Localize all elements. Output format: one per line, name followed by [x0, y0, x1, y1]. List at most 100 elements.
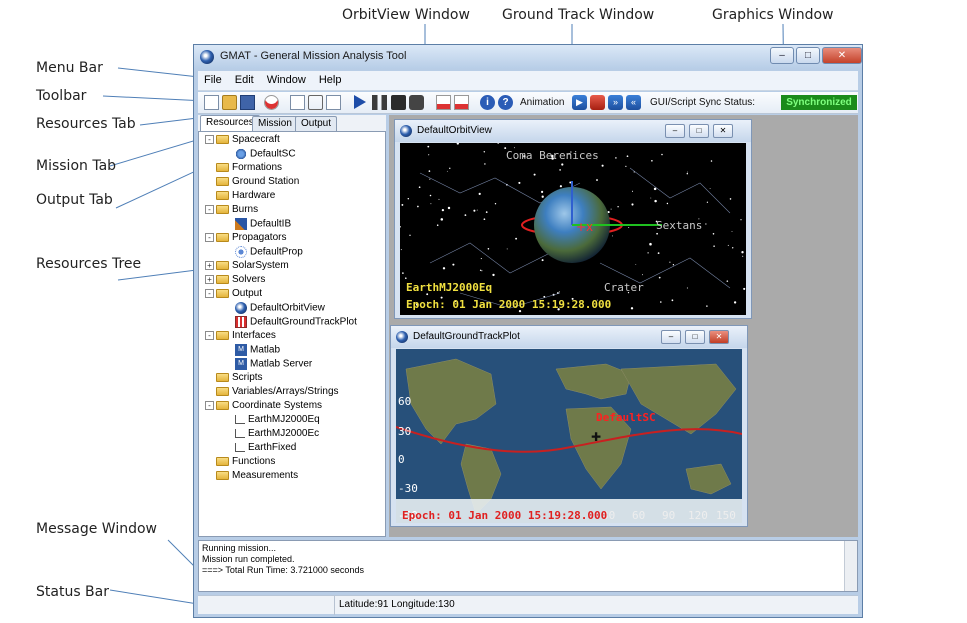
screenshot-icon[interactable]: [409, 95, 424, 110]
star: [630, 307, 634, 310]
tree-item[interactable]: - Interfaces: [205, 330, 276, 344]
menu-edit[interactable]: Edit: [229, 71, 261, 86]
close-button[interactable]: ✕: [822, 47, 862, 64]
tree-item[interactable]: DefaultIB: [235, 218, 291, 232]
tree-item[interactable]: DefaultProp: [235, 246, 303, 260]
groundtrack-title-bar[interactable]: DefaultGroundTrackPlot – □ ✕: [391, 326, 747, 348]
orbitview-title-bar[interactable]: DefaultOrbitView – □ ✕: [395, 120, 751, 142]
tree-item[interactable]: DefaultOrbitView: [235, 302, 325, 316]
folder-icon: [216, 373, 229, 382]
tree-item[interactable]: - Coordinate Systems: [205, 400, 322, 414]
orbitview-close-button[interactable]: ✕: [713, 124, 733, 138]
title-bar[interactable]: GMAT - General Mission Analysis Tool – □…: [194, 45, 862, 69]
cut-icon[interactable]: [308, 95, 323, 110]
star: [671, 299, 674, 302]
tree-item[interactable]: EarthMJ2000Ec: [235, 428, 319, 442]
info-icon[interactable]: i: [480, 95, 495, 110]
expand-toggle-icon[interactable]: -: [205, 331, 214, 340]
tree-item[interactable]: Functions: [205, 456, 275, 470]
tree-item[interactable]: DefaultSC: [235, 148, 296, 162]
pause-icon[interactable]: [372, 95, 387, 110]
tree-item[interactable]: DefaultGroundTrackPlot: [235, 316, 357, 330]
minimize-button[interactable]: –: [770, 47, 794, 64]
tree-item[interactable]: - Burns: [205, 204, 258, 218]
menu-file[interactable]: File: [198, 71, 229, 86]
tree-item[interactable]: Hardware: [205, 190, 275, 204]
paste-icon[interactable]: [326, 95, 341, 110]
message-scrollbar[interactable]: [844, 541, 857, 591]
tree-item[interactable]: - Propagators: [205, 232, 286, 246]
constellation-label-coma: Coma Berenices: [506, 149, 599, 162]
message-window[interactable]: Running mission... Mission run completed…: [198, 540, 858, 592]
callout-graphics-window: Graphics Window: [712, 7, 834, 23]
star: [743, 287, 746, 290]
groundtrack-canvas[interactable]: ✚ DefaultSC 60 30 0 -30 -60 30 60 90 120…: [396, 349, 742, 523]
tab-resources[interactable]: Resources: [200, 115, 260, 132]
matlab-icon: M: [235, 344, 247, 356]
tree-item[interactable]: Formations: [205, 162, 282, 176]
tree-item-label: Hardware: [232, 190, 276, 201]
menu-window[interactable]: Window: [261, 71, 313, 86]
orbitview-minimize-button[interactable]: –: [665, 124, 685, 138]
orbitview-canvas[interactable]: +x Coma Berenices Sextans Crater EarthMJ…: [400, 143, 746, 315]
tree-item[interactable]: M Matlab: [235, 344, 280, 358]
expand-toggle-icon[interactable]: +: [205, 275, 214, 284]
mission-icon[interactable]: [264, 95, 279, 110]
animation-stop-icon[interactable]: [590, 95, 605, 110]
groundtrack-title: DefaultGroundTrackPlot: [413, 331, 520, 342]
tree-item-label: Spacecraft: [232, 134, 280, 145]
world-map: ✚: [396, 349, 742, 523]
star: [533, 173, 536, 176]
tree-item[interactable]: EarthFixed: [235, 442, 296, 456]
tree-item-label: DefaultOrbitView: [250, 302, 325, 314]
expand-toggle-icon[interactable]: -: [205, 205, 214, 214]
groundtrack-window: DefaultGroundTrackPlot – □ ✕ ✚ DefaultSC…: [390, 325, 748, 527]
tree-item-label: DefaultProp: [250, 246, 303, 258]
orbitview-epoch: Epoch: 01 Jan 2000 15:19:28.000: [406, 298, 612, 311]
tree-item[interactable]: EarthMJ2000Eq: [235, 414, 320, 428]
animation-slower-icon[interactable]: «: [626, 95, 641, 110]
expand-toggle-icon[interactable]: +: [205, 261, 214, 270]
tree-item-label: Matlab: [250, 344, 281, 356]
status-segment-empty: [198, 596, 334, 615]
tree-item[interactable]: Variables/Arrays/Strings: [205, 386, 339, 400]
tree-item[interactable]: + Solvers: [205, 274, 265, 288]
tree-item[interactable]: Scripts: [205, 372, 263, 386]
animation-faster-icon[interactable]: »: [608, 95, 623, 110]
close-children-icon[interactable]: [454, 95, 469, 110]
open-folder-icon[interactable]: [222, 95, 237, 110]
tree-item-label: Interfaces: [232, 330, 276, 341]
animation-play-icon[interactable]: ▶: [572, 95, 587, 110]
tree-item[interactable]: Ground Station: [205, 176, 299, 190]
sync-status-label: GUI/Script Sync Status:: [650, 97, 756, 108]
orbitview-maximize-button[interactable]: □: [689, 124, 709, 138]
save-icon[interactable]: [240, 95, 255, 110]
star: [661, 153, 663, 156]
tree-item[interactable]: - Output: [205, 288, 262, 302]
stop-icon[interactable]: [391, 95, 406, 110]
run-icon[interactable]: [354, 95, 366, 109]
close-all-icon[interactable]: [436, 95, 451, 110]
orbitview-icon: [235, 302, 247, 314]
expand-toggle-icon[interactable]: -: [205, 135, 214, 144]
tree-item[interactable]: - Spacecraft: [205, 134, 280, 148]
tree-item[interactable]: + SolarSystem: [205, 260, 289, 274]
tree-item[interactable]: Measurements: [205, 470, 298, 484]
maximize-button[interactable]: □: [796, 47, 820, 64]
expand-toggle-icon[interactable]: -: [205, 401, 214, 410]
tab-mission[interactable]: Mission: [252, 116, 298, 131]
expand-toggle-icon[interactable]: -: [205, 289, 214, 298]
star: [705, 223, 707, 225]
tab-output[interactable]: Output: [295, 116, 338, 131]
help-icon[interactable]: ?: [498, 95, 513, 110]
copy-icon[interactable]: [290, 95, 305, 110]
star: [400, 249, 402, 251]
tree-item-label: DefaultIB: [250, 218, 292, 230]
new-document-icon[interactable]: [204, 95, 219, 110]
groundtrack-close-button[interactable]: ✕: [709, 330, 729, 344]
groundtrack-maximize-button[interactable]: □: [685, 330, 705, 344]
groundtrack-minimize-button[interactable]: –: [661, 330, 681, 344]
menu-help[interactable]: Help: [313, 71, 349, 86]
expand-toggle-icon[interactable]: -: [205, 233, 214, 242]
tree-item[interactable]: M Matlab Server: [235, 358, 312, 372]
